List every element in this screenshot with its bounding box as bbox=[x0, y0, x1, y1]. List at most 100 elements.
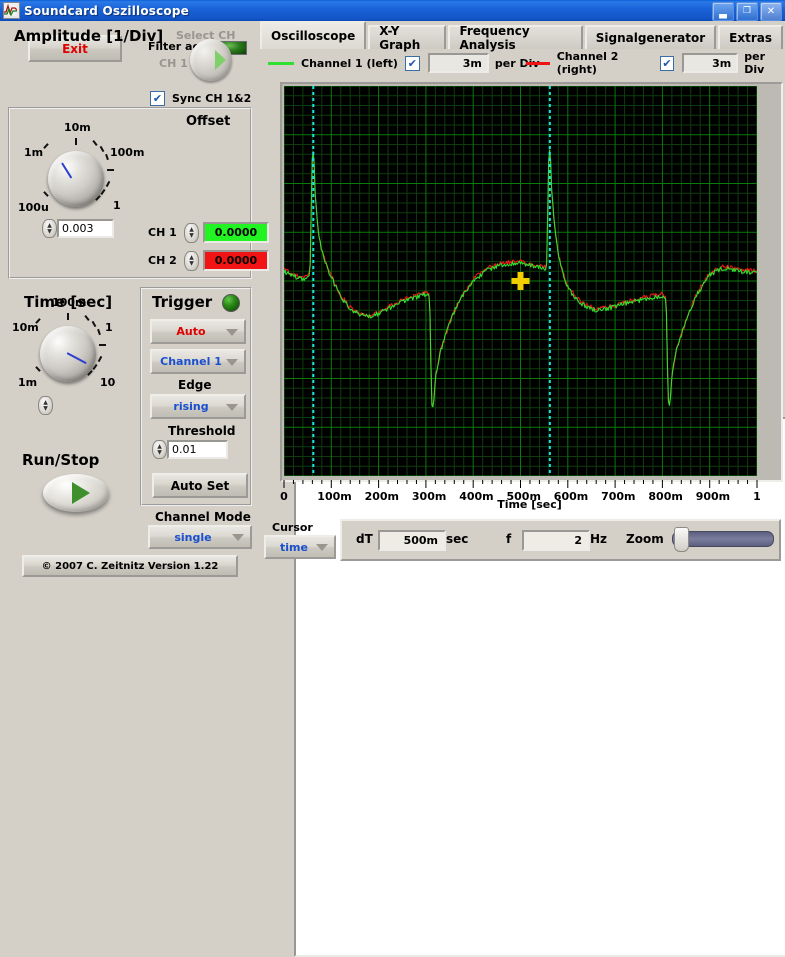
time-tick bbox=[97, 355, 103, 363]
offset-title: Offset bbox=[186, 114, 231, 129]
frequency-value-field[interactable]: 2 bbox=[522, 530, 590, 551]
amplitude-value-field[interactable]: 0.003 bbox=[57, 219, 114, 238]
offset-ch2-stepper[interactable]: ▲ ▼ bbox=[184, 250, 199, 271]
time-tick bbox=[67, 313, 69, 320]
x-axis: 0 100m 200m 300m 400m 500m 600m 700m 800m 900m 1 T… bbox=[280, 480, 779, 514]
time-tick bbox=[97, 328, 101, 336]
offset-ch1-stepper[interactable]: ▲ ▼ bbox=[184, 222, 199, 243]
trigger-mode-value: Auto bbox=[176, 325, 206, 338]
trigger-threshold-field[interactable]: 0.01 bbox=[167, 440, 228, 459]
x-axis-title: Time [sec] bbox=[497, 498, 562, 511]
channel-2-per-div-value[interactable]: 3m bbox=[681, 53, 739, 73]
window-controls: ▃ ❐ ✕ bbox=[712, 2, 782, 21]
chevron-down-icon bbox=[226, 328, 238, 336]
channel-mode-value: single bbox=[174, 530, 212, 544]
offset-ch2-label: CH 2 bbox=[148, 254, 177, 267]
amplitude-stepper-arrows[interactable]: ▲ ▼ bbox=[42, 219, 57, 238]
left-control-column: Exit Filter active Amplitude [1/Div] 10m… bbox=[0, 21, 785, 957]
amplitude-dial-label-1m: 1m bbox=[24, 146, 44, 159]
trigger-edge-dropdown[interactable]: rising bbox=[150, 394, 246, 419]
frequency-unit-label: Hz bbox=[590, 532, 608, 546]
chevron-down-icon bbox=[232, 534, 244, 541]
auto-set-button[interactable]: Auto Set bbox=[152, 473, 248, 498]
tab-frequency-analysis[interactable]: Frequency Analysis bbox=[448, 24, 583, 52]
chevron-down-icon bbox=[226, 358, 238, 366]
trigger-threshold-stepper[interactable]: ▲ ▼ 0.01 bbox=[152, 440, 228, 459]
cursor-label: Cursor bbox=[272, 521, 313, 534]
channel-1-row: Channel 1 (left) ✔ 3m per Div bbox=[268, 53, 540, 73]
play-icon bbox=[72, 482, 90, 504]
zoom-slider-thumb[interactable] bbox=[674, 527, 689, 552]
channel-mode-label: Channel Mode bbox=[155, 510, 251, 524]
tab-oscilloscope[interactable]: Oscilloscope bbox=[260, 21, 367, 49]
window-title: Soundcard Oszilloscope bbox=[24, 3, 189, 18]
amplitude-dial-label-10m: 10m bbox=[64, 121, 91, 134]
time-dial-label-100m: 100m bbox=[52, 296, 87, 309]
chevron-down-icon bbox=[316, 544, 328, 551]
channel-mode-dropdown[interactable]: single bbox=[148, 525, 252, 549]
channel-2-per-div-label: per Div bbox=[744, 50, 766, 76]
tab-signalgenerator[interactable]: Signalgenerator bbox=[584, 25, 717, 49]
channel-2-row: Channel 2 (right) ✔ 3m per Div bbox=[526, 50, 785, 76]
offset-row-ch1[interactable]: CH 1 ▲ ▼ 0.0000 bbox=[148, 222, 269, 243]
offset-ch1-label: CH 1 bbox=[148, 226, 177, 239]
tab-xy-graph[interactable]: X-Y Graph bbox=[368, 24, 447, 52]
amplitude-dial-label-1: 1 bbox=[113, 199, 121, 212]
channel-1-color-swatch bbox=[268, 61, 294, 65]
trigger-title: Trigger bbox=[152, 293, 213, 311]
amplitude-value-stepper[interactable]: ▲ ▼ 0.003 bbox=[42, 219, 114, 238]
amplitude-title: Amplitude [1/Div] bbox=[14, 27, 164, 45]
channel-2-color-swatch bbox=[526, 61, 550, 65]
channel-1-per-div-value[interactable]: 3m bbox=[427, 53, 489, 73]
select-ch-current-label: CH 1 bbox=[159, 57, 188, 70]
time-stepper-arrows[interactable]: ▲ ▼ bbox=[38, 396, 53, 415]
channel-1-label: Channel 1 (left) bbox=[301, 56, 398, 70]
offset-row-ch2[interactable]: CH 2 ▲ ▼ 0.0000 bbox=[148, 250, 269, 271]
tab-extras[interactable]: Extras bbox=[718, 25, 783, 49]
time-dial-label-1: 1 bbox=[105, 321, 113, 334]
trigger-edge-label: Edge bbox=[178, 378, 212, 392]
channel-2-label: Channel 2 (right) bbox=[556, 50, 619, 76]
cursor-mode-value: time bbox=[280, 540, 308, 554]
frequency-label: f bbox=[506, 532, 512, 546]
application-window: Soundcard Oszilloscope ▃ ❐ ✕ Exit Filter… bbox=[0, 0, 785, 957]
trigger-threshold-label: Threshold bbox=[168, 424, 236, 438]
waveform-icon bbox=[3, 2, 20, 19]
minimize-button[interactable]: ▃ bbox=[712, 2, 734, 21]
dt-label: dT bbox=[356, 532, 373, 546]
close-button[interactable]: ✕ bbox=[760, 2, 782, 21]
zoom-slider[interactable] bbox=[672, 527, 774, 552]
sync-checkbox[interactable]: ✔ bbox=[150, 91, 165, 106]
copyright-bar: © 2007 C. Zeitnitz Version 1.22 bbox=[22, 555, 238, 577]
tab-strip: Oscilloscope X-Y Graph Frequency Analysi… bbox=[260, 21, 785, 52]
trigger-source-value: Channel 1 bbox=[160, 355, 222, 368]
time-tick bbox=[84, 315, 90, 321]
cursor-mode-dropdown[interactable]: time bbox=[264, 535, 336, 559]
channel-2-checkbox[interactable]: ✔ bbox=[660, 55, 674, 71]
oscilloscope-display-frame bbox=[280, 82, 783, 482]
sync-checkbox-label: Sync CH 1&2 bbox=[172, 92, 252, 105]
amplitude-tick bbox=[107, 169, 114, 171]
time-dial-label-10m: 10m bbox=[12, 321, 39, 334]
time-dial-label-1m: 1m bbox=[18, 376, 38, 389]
amplitude-dial-label-100u: 100u bbox=[18, 201, 49, 214]
trigger-edge-value: rising bbox=[173, 400, 209, 413]
title-bar: Soundcard Oszilloscope ▃ ❐ ✕ bbox=[0, 0, 785, 21]
run-stop-button[interactable] bbox=[43, 474, 109, 512]
time-dial-label-10: 10 bbox=[100, 376, 116, 389]
chevron-down-icon bbox=[226, 403, 238, 411]
select-ch-knob[interactable] bbox=[190, 39, 232, 81]
time-value-stepper[interactable]: ▲▼ 1 bbox=[38, 396, 785, 957]
right-content-area: Oscilloscope X-Y Graph Frequency Analysi… bbox=[256, 21, 785, 561]
maximize-button[interactable]: ❐ bbox=[736, 2, 758, 21]
sync-channels-row[interactable]: ✔ Sync CH 1&2 bbox=[150, 91, 251, 106]
threshold-stepper-arrows[interactable]: ▲ ▼ bbox=[152, 440, 167, 459]
amplitude-tick bbox=[75, 138, 77, 145]
dt-value-field[interactable]: 500m bbox=[378, 530, 446, 551]
zoom-label: Zoom bbox=[626, 532, 664, 546]
dt-unit-label: sec bbox=[446, 532, 469, 546]
channel-1-checkbox[interactable]: ✔ bbox=[404, 55, 420, 71]
trigger-mode-dropdown[interactable]: Auto bbox=[150, 319, 246, 344]
oscilloscope-canvas[interactable] bbox=[284, 86, 757, 476]
trigger-source-dropdown[interactable]: Channel 1 bbox=[150, 349, 246, 374]
